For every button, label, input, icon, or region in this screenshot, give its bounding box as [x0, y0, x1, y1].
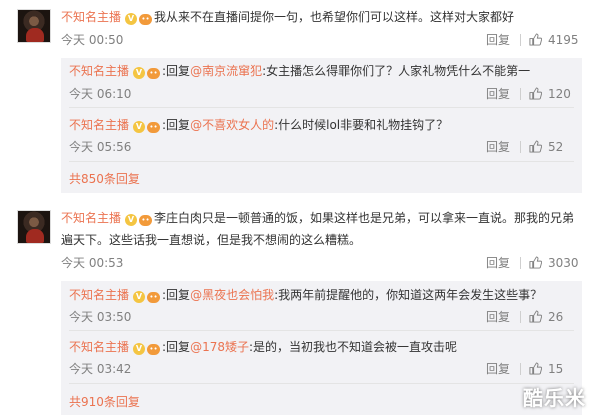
like-count: 4195: [548, 33, 579, 47]
thumb-up-icon: [529, 33, 542, 46]
subreply-time: 今天 06:10: [69, 87, 132, 101]
like-button[interactable]: 3030: [529, 255, 579, 271]
divider: [520, 141, 521, 153]
like-button[interactable]: 26: [529, 309, 563, 325]
reply-button[interactable]: 回复: [486, 139, 510, 155]
avatar[interactable]: [17, 210, 51, 244]
comment-time: 今天 00:53: [61, 256, 124, 270]
chat-bubble-icon: ••: [147, 122, 161, 133]
comment-text: 李庄白肉只是一顿普通的饭，如果这样也是兄弟，可以拿来一直说。那我的兄弟: [154, 211, 575, 225]
author-name[interactable]: 不知名主播: [69, 340, 129, 354]
subreply-time: 今天 03:50: [69, 310, 132, 324]
reply-button[interactable]: 回复: [486, 255, 510, 271]
reply-button[interactable]: 回复: [486, 86, 510, 102]
thumb-up-icon: [529, 256, 542, 269]
like-count: 120: [548, 87, 571, 101]
author-name[interactable]: 不知名主播: [69, 288, 129, 302]
subreply-time: 今天 05:56: [69, 140, 132, 154]
author-name[interactable]: 不知名主播: [69, 64, 129, 78]
chat-bubble-icon: ••: [147, 68, 161, 79]
comment-text: 我从来不在直播间提你一句，也希望你们可以这样。这样对大家都好: [154, 10, 515, 24]
subreply-text: :是的，当初我也不知道会被一直攻击呢: [248, 340, 458, 354]
like-button[interactable]: 120: [529, 86, 571, 102]
subreply-divider: [69, 107, 574, 108]
chat-bubble-icon: ••: [147, 292, 161, 303]
author-name[interactable]: 不知名主播: [69, 118, 129, 132]
comment-time: 今天 00:50: [61, 33, 124, 47]
divider: [520, 363, 521, 375]
divider: [520, 88, 521, 100]
thumb-up-icon: [529, 87, 542, 100]
verified-badge-icon: V: [133, 343, 146, 355]
reply-button[interactable]: 回复: [486, 32, 510, 48]
reply-button[interactable]: 回复: [486, 361, 510, 377]
verified-badge-icon: V: [125, 214, 138, 226]
like-button[interactable]: 52: [529, 139, 563, 155]
reply-prefix: :回复: [162, 340, 191, 354]
like-count: 52: [548, 140, 564, 154]
divider: [520, 311, 521, 323]
comment-header: 不知名主播 V •• 我从来不在直播间提你一句，也希望你们可以这样。这样对大家都好: [61, 8, 514, 26]
thumb-up-icon: [529, 310, 542, 323]
chat-bubble-icon: ••: [139, 14, 153, 25]
subreply-header: 不知名主播 V ••:回复@南京流窜犯:女主播怎么得罪你们了？人家礼物凭什么不能第一: [69, 62, 530, 80]
like-count: 15: [548, 362, 564, 376]
verified-badge-icon: V: [133, 67, 146, 79]
watermark: 酷乐米: [523, 386, 586, 410]
mention-link[interactable]: @178矮子: [190, 340, 249, 354]
author-name[interactable]: 不知名主播: [61, 10, 121, 24]
subreply-header: 不知名主播 V ••:回复@不喜欢女人的:什么时候lol非要和礼物挂钩了？: [69, 116, 448, 134]
like-button[interactable]: 4195: [529, 32, 579, 48]
subreply-divider: [69, 161, 574, 162]
thumb-up-icon: [529, 362, 542, 375]
like-count: 3030: [548, 256, 579, 270]
chat-bubble-icon: ••: [139, 215, 153, 226]
subreply-text: :女主播怎么得罪你们了？人家礼物凭什么不能第一: [262, 64, 531, 78]
reply-prefix: :回复: [162, 64, 191, 78]
comment-header: 不知名主播 V •• 李庄白肉只是一顿普通的饭，如果这样也是兄弟，可以拿来一直说。那我…: [61, 209, 574, 227]
comment-text-line: 遍天下。这些话我一直想说，但是我不想闹的这么糟糕。: [61, 233, 362, 247]
thumb-up-icon: [529, 140, 542, 153]
mention-link[interactable]: @不喜欢女人的: [190, 118, 274, 132]
subreply-header: 不知名主播 V ••:回复@178矮子:是的，当初我也不知道会被一直攻击呢: [69, 338, 457, 356]
subreply-text: :我两年前提醒他的，你知道这两年会发生这些事？: [274, 288, 543, 302]
divider: [520, 257, 521, 269]
subreply-header: 不知名主播 V ••:回复@黑夜也会怕我:我两年前提醒他的，你知道这两年会发生这些事…: [69, 286, 542, 304]
verified-badge-icon: V: [125, 13, 138, 25]
reply-button[interactable]: 回复: [486, 309, 510, 325]
author-name[interactable]: 不知名主播: [61, 211, 121, 225]
chat-bubble-icon: ••: [147, 344, 161, 355]
verified-badge-icon: V: [133, 121, 146, 133]
reply-prefix: :回复: [162, 288, 191, 302]
mention-link[interactable]: @南京流窜犯: [190, 64, 262, 78]
more-replies-link[interactable]: 共850条回复: [69, 171, 140, 187]
more-replies-link[interactable]: 共910条回复: [69, 394, 140, 410]
subreply-divider: [69, 330, 574, 331]
avatar[interactable]: [17, 9, 51, 43]
mention-link[interactable]: @黑夜也会怕我: [190, 288, 274, 302]
like-count: 26: [548, 310, 564, 324]
like-button[interactable]: 15: [529, 361, 563, 377]
subreply-divider: [69, 383, 574, 384]
verified-badge-icon: V: [133, 291, 146, 303]
divider: [520, 34, 521, 46]
subreply-text: :什么时候lol非要和礼物挂钩了？: [274, 118, 449, 132]
reply-prefix: :回复: [162, 118, 191, 132]
subreply-time: 今天 03:42: [69, 362, 132, 376]
